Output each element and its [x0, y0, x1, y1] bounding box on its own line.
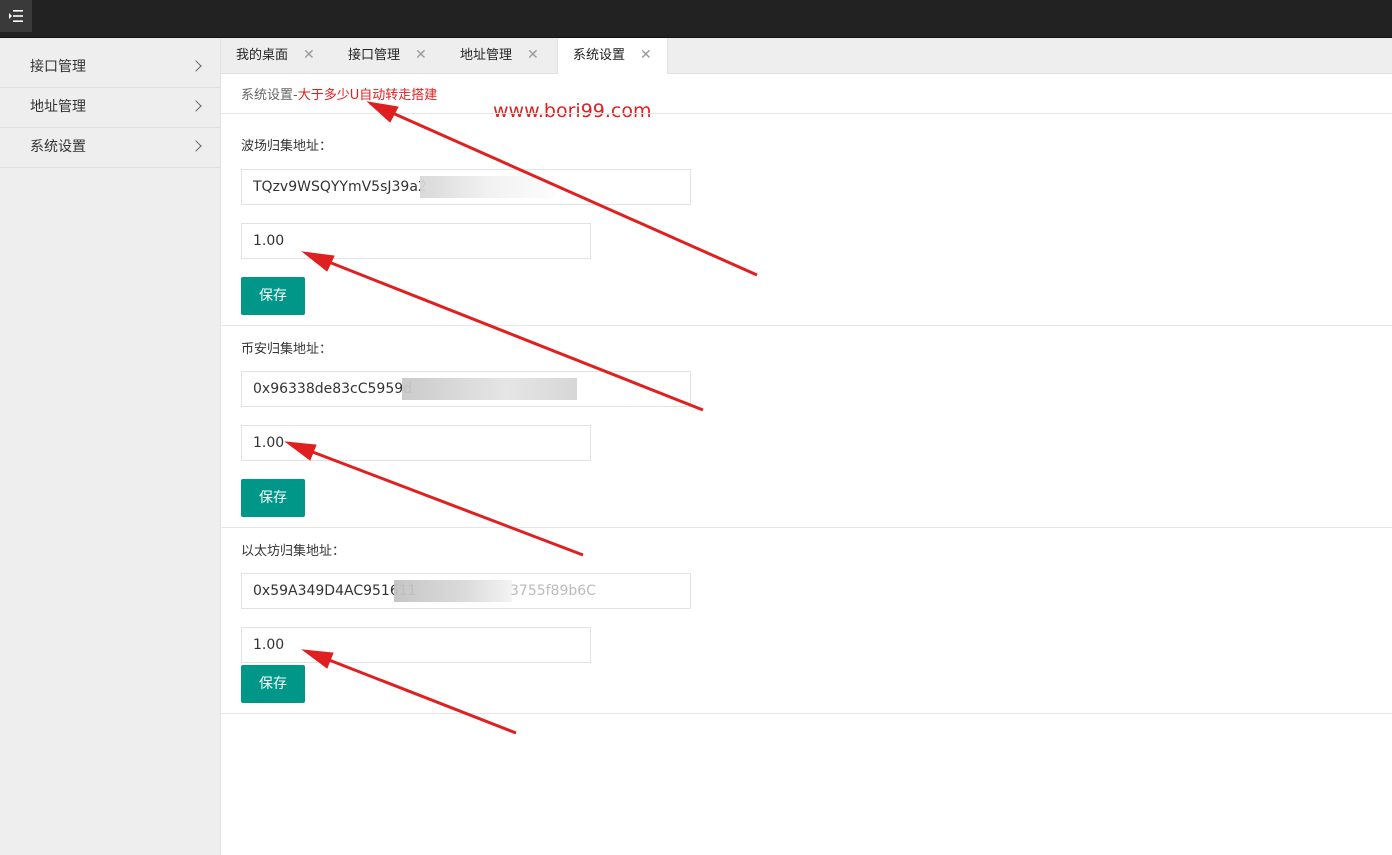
tron-address-input[interactable]: TQzv9WSQYYmV5sJ39a2	[241, 169, 691, 205]
close-icon[interactable]: ✕	[415, 38, 427, 73]
input-value: 1.00	[253, 435, 285, 451]
tron-amount-input[interactable]: 1.00	[241, 223, 591, 259]
divider	[221, 713, 1392, 714]
close-icon[interactable]: ✕	[303, 38, 315, 73]
input-value-tail: 3755f89b6C	[510, 583, 596, 599]
input-value: 1.00	[253, 233, 285, 249]
ethereum-save-button[interactable]: 保存	[241, 665, 305, 703]
binance-address-label: 币安归集地址：	[241, 342, 333, 357]
close-icon[interactable]: ✕	[640, 38, 652, 73]
divider	[221, 527, 1392, 528]
tab-label: 地址管理	[460, 48, 513, 63]
close-icon[interactable]: ✕	[527, 38, 539, 73]
tab-address-management[interactable]: 地址管理 ✕	[445, 38, 557, 73]
tab-label: 接口管理	[348, 48, 401, 63]
menu-toggle-button[interactable]	[0, 0, 32, 32]
tab-my-desktop[interactable]: 我的桌面 ✕	[221, 38, 333, 73]
top-bar	[0, 0, 1392, 38]
input-value: 0x59A349D4AC951611	[253, 583, 417, 599]
tab-label: 我的桌面	[236, 48, 289, 63]
tab-label: 系统设置	[573, 48, 626, 63]
sidebar-item-label: 接口管理	[30, 59, 86, 75]
breadcrumb: 系统设置-大于多少U自动转走搭建	[241, 84, 437, 103]
tron-address-label: 波场归集地址：	[241, 139, 333, 154]
chevron-right-icon	[190, 100, 202, 112]
binance-save-button[interactable]: 保存	[241, 479, 305, 517]
chevron-right-icon	[190, 60, 202, 72]
input-value: TQzv9WSQYYmV5sJ39a2	[253, 179, 427, 195]
redaction-blur	[394, 580, 512, 602]
ethereum-address-input[interactable]: 0x59A349D4AC951611 3755f89b6C	[241, 573, 691, 609]
tab-system-settings[interactable]: 系统设置 ✕	[557, 38, 668, 74]
input-value: 1.00	[253, 637, 285, 653]
tron-save-button[interactable]: 保存	[241, 277, 305, 315]
divider	[221, 325, 1392, 326]
binance-address-input[interactable]: 0x96338de83cC5959d	[241, 371, 691, 407]
menu-indent-icon	[9, 10, 23, 22]
main-content: 系统设置-大于多少U自动转走搭建 www.bori99.com 波场归集地址： …	[221, 74, 1392, 855]
tab-bar: 我的桌面 ✕ 接口管理 ✕ 地址管理 ✕ 系统设置 ✕	[221, 38, 1392, 74]
input-value: 0x96338de83cC5959d	[253, 381, 413, 397]
sidebar-item-label: 系统设置	[30, 139, 86, 155]
sidebar-item-interface-management[interactable]: 接口管理	[0, 48, 220, 88]
binance-amount-input[interactable]: 1.00	[241, 425, 591, 461]
redaction-blur	[420, 176, 555, 198]
ethereum-amount-input[interactable]: 1.00	[241, 627, 591, 663]
chevron-right-icon	[190, 140, 202, 152]
sidebar: 接口管理 地址管理 系统设置	[0, 38, 221, 855]
sidebar-item-address-management[interactable]: 地址管理	[0, 88, 220, 128]
breadcrumb-highlight: 大于多少U自动转走搭建	[297, 88, 438, 103]
watermark-text: www.bori99.com	[493, 100, 652, 122]
divider	[221, 113, 1392, 114]
sidebar-item-system-settings[interactable]: 系统设置	[0, 128, 220, 168]
sidebar-item-label: 地址管理	[30, 99, 86, 115]
breadcrumb-prefix: 系统设置-	[241, 88, 298, 103]
tab-interface-management[interactable]: 接口管理 ✕	[333, 38, 445, 73]
ethereum-address-label: 以太坊归集地址：	[241, 544, 346, 559]
redaction-blur	[402, 378, 577, 400]
